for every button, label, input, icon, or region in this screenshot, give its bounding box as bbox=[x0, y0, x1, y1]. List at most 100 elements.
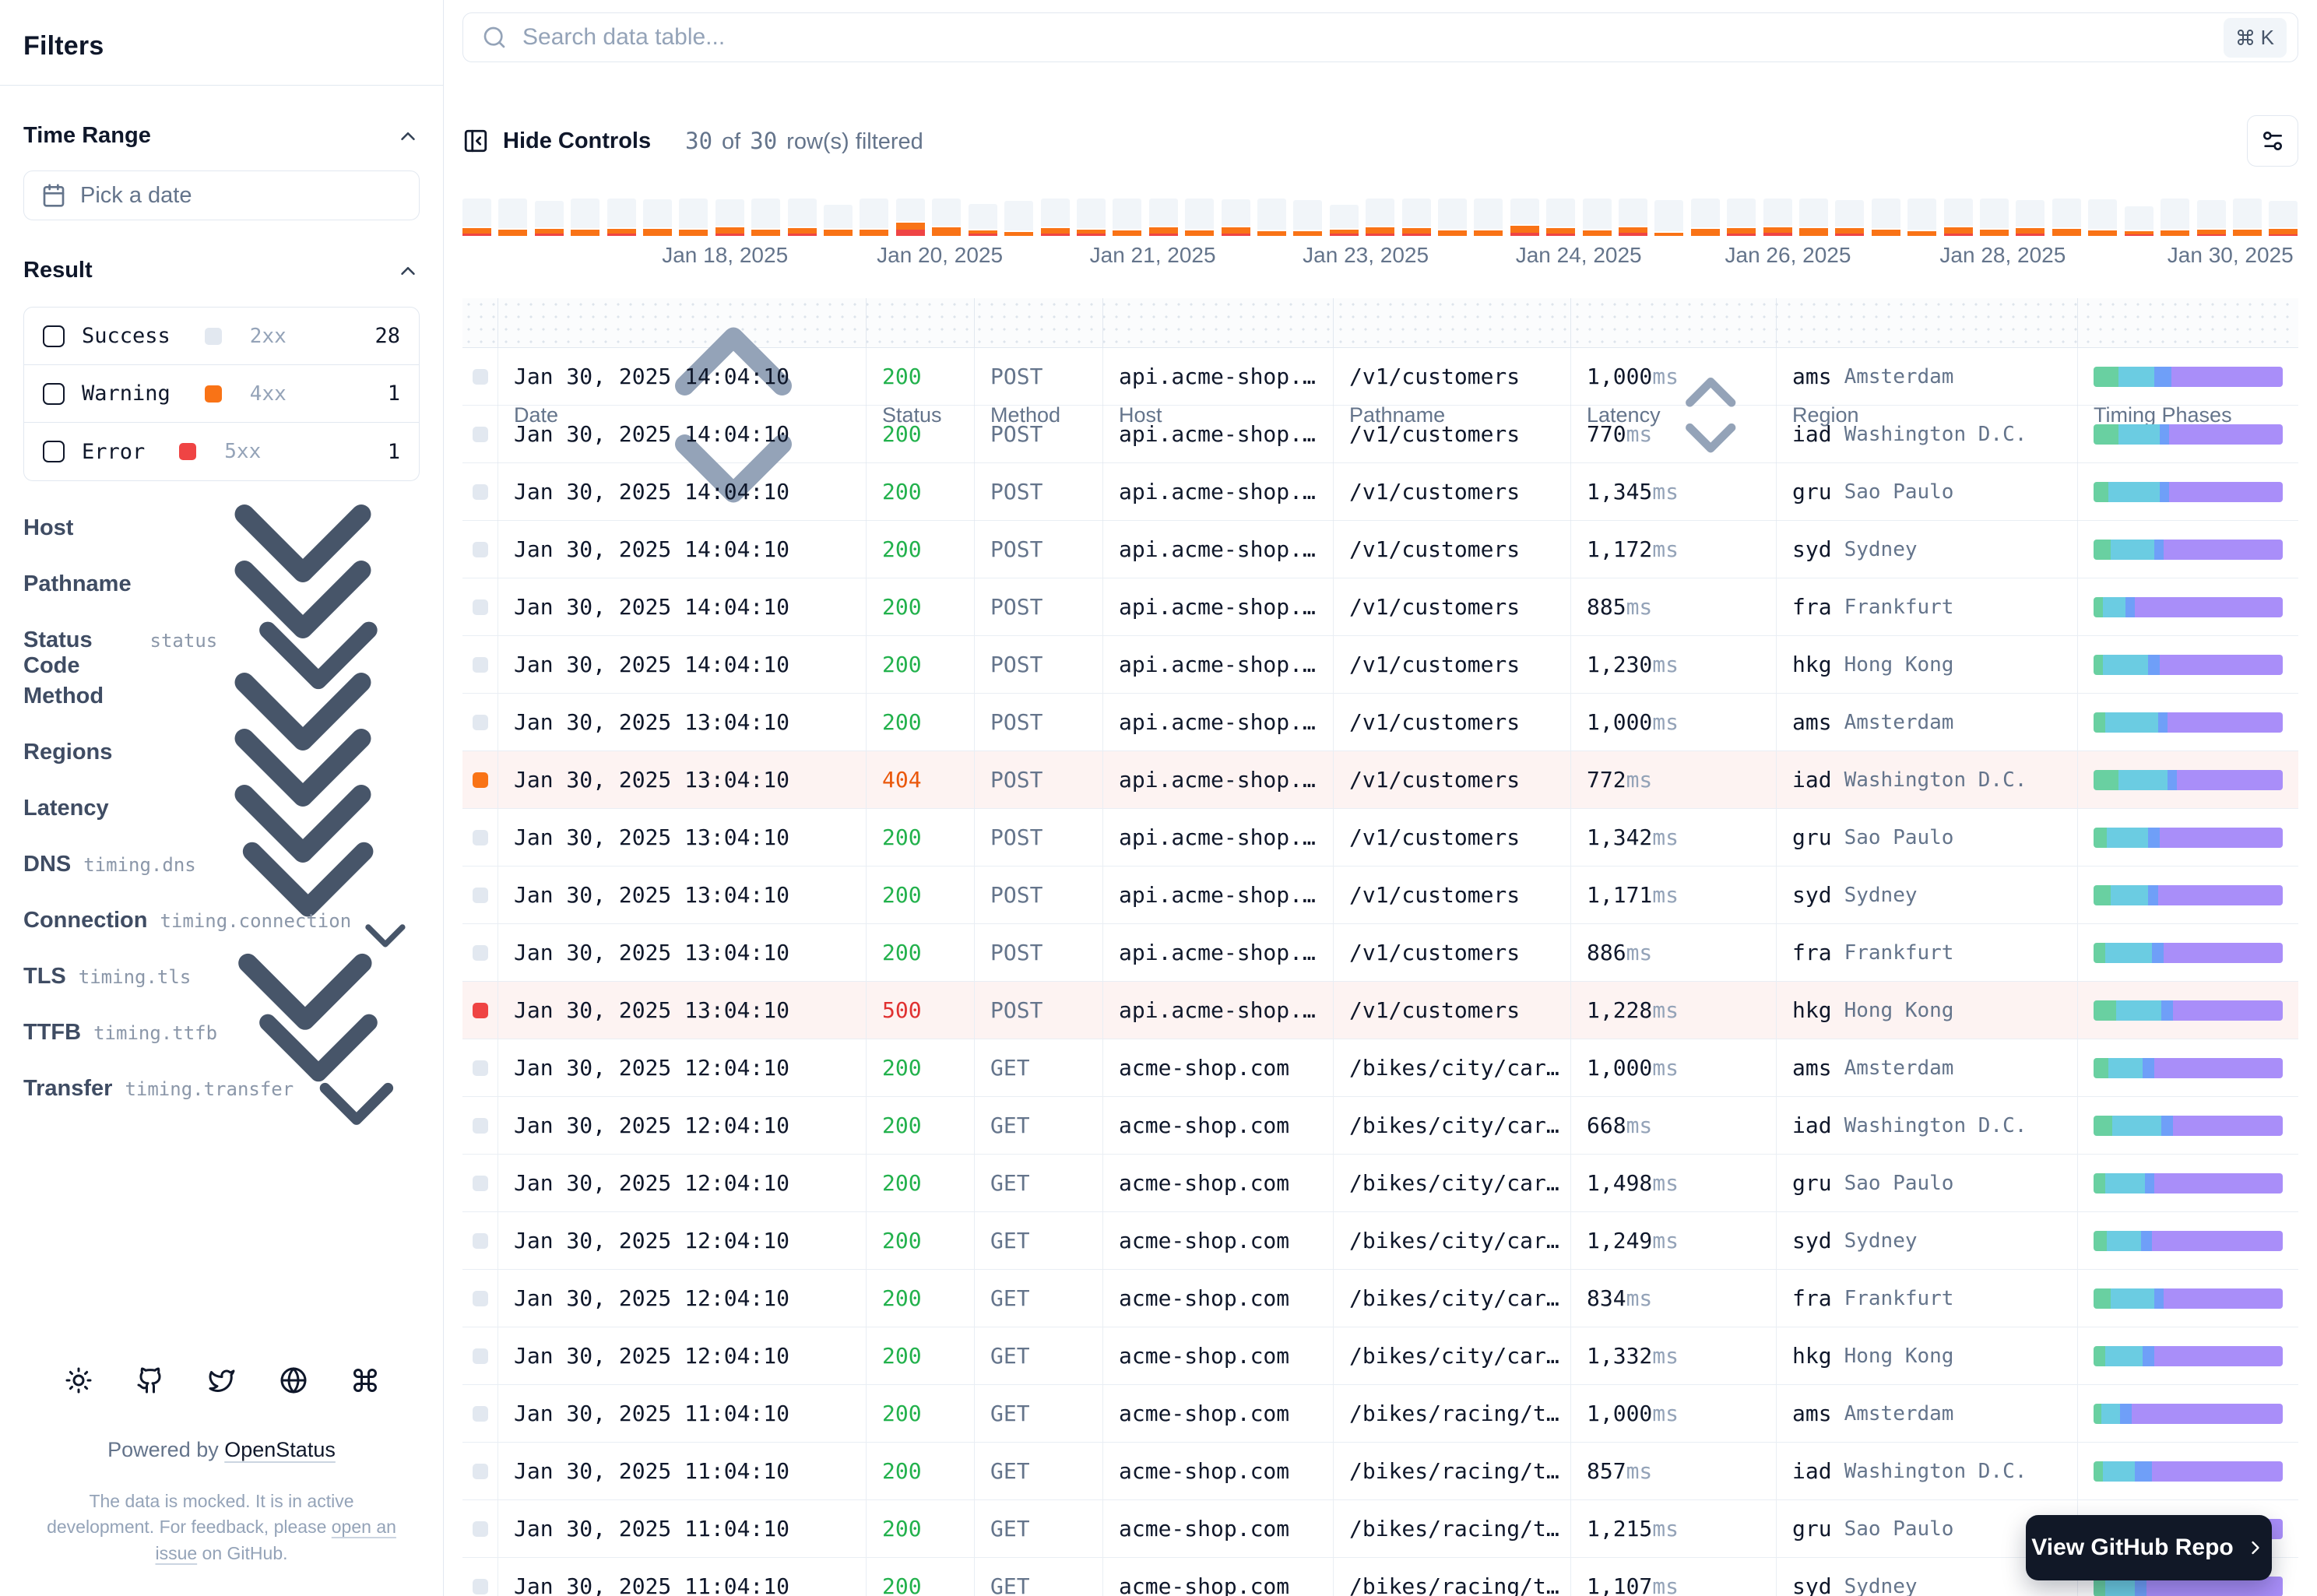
table-row[interactable]: Jan 30, 2025 13:04:10 200 POST api.acme-… bbox=[462, 867, 2298, 924]
table-row[interactable]: Jan 30, 2025 14:04:10 200 POST api.acme-… bbox=[462, 463, 2298, 521]
timeline-bar[interactable] bbox=[498, 199, 528, 236]
hide-controls-button[interactable]: Hide Controls bbox=[462, 128, 651, 154]
table-row[interactable]: Jan 30, 2025 11:04:10 200 GET acme-shop.… bbox=[462, 1558, 2298, 1596]
timeline-bar[interactable] bbox=[679, 199, 708, 236]
section-result[interactable]: Result bbox=[23, 258, 420, 283]
timeline-bar[interactable] bbox=[1401, 199, 1431, 236]
twitter-icon[interactable] bbox=[208, 1366, 236, 1394]
table-row[interactable]: Jan 30, 2025 11:04:10 200 GET acme-shop.… bbox=[462, 1385, 2298, 1443]
table-row[interactable]: Jan 30, 2025 11:04:10 200 GET acme-shop.… bbox=[462, 1443, 2298, 1500]
timeline-bar[interactable] bbox=[2088, 199, 2118, 236]
timeline-bar[interactable] bbox=[1510, 198, 1539, 236]
row-status-indicator-cell[interactable] bbox=[462, 982, 498, 1039]
timeline-bar[interactable] bbox=[606, 199, 636, 236]
timeline-bar[interactable] bbox=[1004, 199, 1034, 236]
openstatus-link[interactable]: OpenStatus bbox=[224, 1438, 336, 1461]
timeline-bar[interactable] bbox=[462, 199, 491, 236]
timeline-bar[interactable] bbox=[534, 199, 564, 236]
result-item-success[interactable]: Success 2xx 28 bbox=[24, 308, 419, 365]
timeline-bar[interactable] bbox=[2161, 199, 2190, 236]
github-icon[interactable] bbox=[136, 1366, 164, 1394]
row-status-indicator-cell[interactable] bbox=[462, 1270, 498, 1327]
timeline-bar[interactable] bbox=[715, 199, 744, 236]
timeline-bar[interactable] bbox=[1113, 199, 1142, 236]
table-row[interactable]: Jan 30, 2025 14:04:10 200 POST api.acme-… bbox=[462, 348, 2298, 406]
timeline-bar[interactable] bbox=[1690, 199, 1720, 236]
timeline-bar[interactable] bbox=[895, 199, 925, 236]
table-row[interactable]: Jan 30, 2025 12:04:10 200 GET acme-shop.… bbox=[462, 1155, 2298, 1212]
table-row[interactable]: Jan 30, 2025 12:04:10 200 GET acme-shop.… bbox=[462, 1212, 2298, 1270]
globe-icon[interactable] bbox=[280, 1366, 308, 1394]
timeline-bar[interactable] bbox=[1943, 199, 1973, 236]
timeline-bar[interactable] bbox=[1257, 199, 1286, 236]
table-row[interactable]: Jan 30, 2025 13:04:10 404 POST api.acme-… bbox=[462, 751, 2298, 809]
checkbox[interactable] bbox=[43, 325, 65, 347]
row-status-indicator-cell[interactable] bbox=[462, 809, 498, 866]
row-status-indicator-cell[interactable] bbox=[462, 1039, 498, 1096]
row-status-indicator-cell[interactable] bbox=[462, 521, 498, 578]
timeline-bar[interactable] bbox=[1871, 199, 1900, 236]
row-status-indicator-cell[interactable] bbox=[462, 1155, 498, 1211]
sun-icon[interactable] bbox=[65, 1366, 93, 1394]
timeline-bar[interactable] bbox=[1582, 199, 1612, 236]
table-row[interactable]: Jan 30, 2025 14:04:10 200 POST api.acme-… bbox=[462, 521, 2298, 578]
timeline-bar[interactable] bbox=[1474, 199, 1503, 236]
search-input[interactable] bbox=[522, 24, 2224, 51]
table-row[interactable]: Jan 30, 2025 13:04:10 500 POST api.acme-… bbox=[462, 982, 2298, 1039]
timeline-bar[interactable] bbox=[1329, 199, 1359, 236]
table-row[interactable]: Jan 30, 2025 12:04:10 200 GET acme-shop.… bbox=[462, 1039, 2298, 1097]
timeline-bar[interactable] bbox=[1221, 199, 1250, 236]
timeline-bar[interactable] bbox=[1366, 199, 1395, 236]
table-row[interactable]: Jan 30, 2025 14:04:10 200 POST api.acme-… bbox=[462, 578, 2298, 636]
timeline-bar[interactable] bbox=[1654, 199, 1684, 236]
timeline-bar[interactable] bbox=[1185, 199, 1215, 236]
row-status-indicator-cell[interactable] bbox=[462, 636, 498, 693]
timeline-bar[interactable] bbox=[751, 199, 781, 236]
table-row[interactable]: Jan 30, 2025 14:04:10 200 POST api.acme-… bbox=[462, 406, 2298, 463]
table-row[interactable]: Jan 30, 2025 13:04:10 200 POST api.acme-… bbox=[462, 809, 2298, 867]
timeline-bar[interactable] bbox=[1835, 199, 1865, 236]
timeline-bar[interactable] bbox=[1437, 199, 1467, 236]
timeline-bar[interactable] bbox=[2016, 199, 2045, 236]
command-icon[interactable] bbox=[351, 1366, 379, 1394]
timeline-bar[interactable] bbox=[787, 199, 817, 236]
timeline-bar[interactable] bbox=[1148, 199, 1178, 236]
timeline-bar[interactable] bbox=[1727, 199, 1756, 236]
row-status-indicator-cell[interactable] bbox=[462, 751, 498, 808]
row-status-indicator-cell[interactable] bbox=[462, 694, 498, 751]
timeline-bar[interactable] bbox=[824, 199, 853, 236]
row-status-indicator-cell[interactable] bbox=[462, 1500, 498, 1557]
date-picker-button[interactable]: Pick a date bbox=[23, 170, 420, 220]
timeline-bar[interactable] bbox=[968, 199, 997, 236]
row-status-indicator-cell[interactable] bbox=[462, 867, 498, 923]
timeline-bar[interactable] bbox=[932, 199, 962, 236]
timeline-bar[interactable] bbox=[1619, 199, 1647, 236]
timeline-bar[interactable] bbox=[1546, 199, 1576, 236]
timeline-bar[interactable] bbox=[2196, 199, 2226, 236]
row-status-indicator-cell[interactable] bbox=[462, 406, 498, 462]
table-row[interactable]: Jan 30, 2025 12:04:10 200 GET acme-shop.… bbox=[462, 1097, 2298, 1155]
table-row[interactable]: Jan 30, 2025 11:04:10 200 GET acme-shop.… bbox=[462, 1500, 2298, 1558]
table-row[interactable]: Jan 30, 2025 13:04:10 200 POST api.acme-… bbox=[462, 694, 2298, 751]
view-github-repo-button[interactable]: View GitHub Repo bbox=[2026, 1515, 2272, 1580]
view-settings-button[interactable] bbox=[2247, 115, 2298, 167]
timeline-bar[interactable] bbox=[1040, 199, 1070, 236]
timeline-bar[interactable] bbox=[1293, 199, 1323, 236]
timeline-bar[interactable] bbox=[643, 199, 673, 236]
timeline-bar[interactable] bbox=[1980, 199, 2009, 236]
timeline-bar[interactable] bbox=[1907, 199, 1937, 236]
section-time-range[interactable]: Time Range bbox=[23, 123, 420, 149]
timeline-bar[interactable] bbox=[2052, 199, 2081, 236]
timeline-bar[interactable] bbox=[860, 199, 889, 236]
table-row[interactable]: Jan 30, 2025 13:04:10 200 POST api.acme-… bbox=[462, 924, 2298, 982]
result-item-warning[interactable]: Warning 4xx 1 bbox=[24, 365, 419, 423]
row-status-indicator-cell[interactable] bbox=[462, 924, 498, 981]
table-row[interactable]: Jan 30, 2025 12:04:10 200 GET acme-shop.… bbox=[462, 1327, 2298, 1385]
timeline-bar[interactable] bbox=[571, 199, 600, 236]
row-status-indicator-cell[interactable] bbox=[462, 348, 498, 405]
timeline-bar[interactable] bbox=[2269, 199, 2298, 236]
row-status-indicator-cell[interactable] bbox=[462, 1327, 498, 1384]
checkbox[interactable] bbox=[43, 382, 65, 405]
timeline-bar[interactable] bbox=[2232, 199, 2262, 236]
row-status-indicator-cell[interactable] bbox=[462, 463, 498, 520]
